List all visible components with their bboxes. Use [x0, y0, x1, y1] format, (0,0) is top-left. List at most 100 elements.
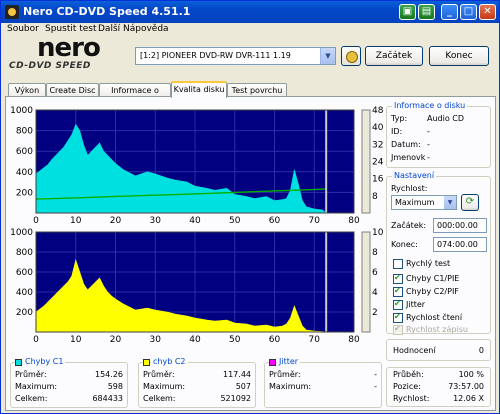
y2-tick-label: 24	[372, 158, 384, 168]
title-bar[interactable]: Nero CD-DVD Speed 4.51.1 ▣ ▤ _ □ ✕	[1, 1, 499, 23]
current-speed-label: Rychlost:	[393, 394, 430, 403]
c2-legend-swatch	[143, 359, 150, 366]
start-input[interactable]: 000:00.00	[433, 218, 487, 233]
x-tick-label: 60	[269, 335, 281, 345]
x-tick-label: 40	[189, 216, 201, 226]
c2-total-label: Celkem:	[143, 394, 176, 403]
y2-tick-label: 8	[372, 248, 378, 258]
exit-button[interactable]: Konec	[429, 46, 489, 66]
settings-title: Nastavení	[392, 171, 437, 180]
start-button[interactable]: Začátek	[365, 46, 423, 66]
c2-pif-checkbox[interactable]	[393, 286, 403, 297]
read-speed-label: Rychlost čtení	[406, 313, 463, 322]
x-tick-label: 60	[269, 216, 281, 226]
x-tick-label: 70	[309, 335, 321, 345]
chevron-down-icon[interactable]: ▼	[444, 196, 456, 209]
end-label: Konec:	[391, 240, 418, 249]
y-tick-label: 800	[16, 248, 33, 258]
speed-select-value: Maximum	[395, 198, 435, 207]
c1-avg-value: 154.26	[95, 370, 123, 379]
y-tick-label: 200	[16, 188, 33, 198]
disc-name-value: -	[427, 153, 430, 162]
jitter-max-label: Maximum:	[269, 382, 312, 391]
jitter-legend-swatch	[269, 359, 276, 366]
eject-disc-button[interactable]	[341, 46, 361, 66]
y-tick-label: 1000	[10, 228, 33, 238]
logo-brand: nero	[37, 33, 101, 63]
menu-napoveda[interactable]: Nápověda	[123, 24, 169, 34]
jitter-checkbox[interactable]	[393, 299, 403, 310]
x-tick-label: 0	[33, 335, 39, 345]
jitter-avg-label: Průměr:	[269, 370, 301, 379]
y2-tick-label: 48	[372, 106, 384, 116]
x-tick-label: 30	[150, 216, 162, 226]
write-speed-checkbox	[393, 324, 403, 335]
c2-stats-title: chyb C2	[151, 357, 188, 366]
y-tick-label: 1000	[10, 106, 33, 116]
refresh-speed-button[interactable]: ⟳	[461, 194, 479, 211]
nero-logo: nero CD-DVD SPEED	[9, 33, 129, 71]
extra-icon[interactable]: ▣	[399, 4, 416, 20]
drive-select[interactable]: [1:2] PIONEER DVD-RW DVR-111 1.19 ▼	[135, 47, 336, 65]
c1-total-value: 684433	[92, 394, 123, 403]
x-tick-label: 70	[309, 216, 321, 226]
menu-soubor[interactable]: Soubor	[7, 24, 39, 34]
x-tick-label: 50	[229, 216, 241, 226]
rating-value: 0	[478, 346, 484, 355]
y2-tick-label: 6	[372, 268, 378, 278]
c1-max-value: 598	[107, 382, 123, 391]
quick-test-label: Rychlý test	[406, 259, 451, 268]
c1-legend-swatch	[15, 359, 22, 366]
disc-info-title: Informace o disku	[392, 101, 468, 110]
y2-tick-label: 4	[372, 288, 378, 298]
y2-tick-label: 16	[372, 175, 384, 185]
c2-stats-box: chyb C2 Průměr: 117.44 Maximum: 507 Celk…	[138, 357, 256, 408]
c2-chart: 200 400 600 800 1000 0 10 20 30 40 50 60 70 80 2 4 6 8 10	[10, 228, 384, 345]
x-tick-label: 20	[110, 335, 122, 345]
c1-max-label: Maximum:	[15, 382, 58, 391]
jitter-stats-box: Jitter Průměr: - Maximum: -	[264, 357, 382, 408]
disc-date-value: -	[427, 140, 430, 149]
speed-select[interactable]: Maximum ▼	[391, 195, 457, 210]
x-tick-label: 20	[110, 216, 122, 226]
drive-select-value: [1:2] PIONEER DVD-RW DVR-111 1.19	[140, 51, 291, 60]
rating-label: Hodnocení	[393, 346, 436, 355]
c2-total-value: 521092	[220, 394, 251, 403]
jitter-label: Jitter	[406, 300, 426, 309]
logo-product: CD-DVD SPEED	[9, 61, 91, 71]
c1-pie-checkbox[interactable]	[393, 273, 403, 284]
app-window: Nero CD-DVD Speed 4.51.1 ▣ ▤ _ □ ✕ Soubo…	[0, 0, 500, 414]
c2-pif-label: Chyby C2/PIF	[406, 287, 459, 296]
y2-tick-label: 8	[372, 192, 378, 202]
x-tick-label: 80	[348, 335, 360, 345]
c1-pie-label: Chyby C1/PIE	[406, 274, 460, 283]
minimize-button[interactable]: _	[441, 4, 458, 20]
write-speed-label: Rychlost zápisu	[406, 325, 468, 334]
end-input[interactable]: 074:00.00	[433, 237, 487, 252]
settings-group: Nastavení Rychlost: Maximum ▼ ⟳ Začátek:…	[386, 171, 491, 335]
disc-type-label: Typ:	[391, 114, 408, 123]
tab-panel: 200 400 600 800 1000 0 10 20 30 40 50 60 70 80 8 16 24 32…	[5, 96, 496, 411]
window-title: Nero CD-DVD Speed 4.51.1	[23, 5, 191, 18]
c1-stats-box: Chyby C1 Průměr: 154.26 Maximum: 598 Cel…	[10, 357, 128, 408]
disc-id-value: -	[427, 127, 430, 136]
y2-tick-label: 32	[372, 140, 383, 150]
x-tick-label: 40	[189, 335, 201, 345]
chevron-down-icon[interactable]: ▼	[320, 48, 335, 64]
read-speed-checkbox[interactable]	[393, 312, 403, 323]
save-icon[interactable]: ▤	[418, 4, 435, 20]
quick-test-checkbox[interactable]	[393, 259, 403, 269]
close-button[interactable]: ✕	[479, 4, 496, 20]
tab-kvalita-disku[interactable]: Kvalita disku	[171, 81, 227, 98]
maximize-button[interactable]: □	[460, 4, 477, 20]
position-label: Pozice:	[393, 382, 421, 391]
y-tick-label: 800	[16, 127, 33, 137]
position-value: 73:57.00	[448, 382, 484, 391]
c1-avg-label: Průměr:	[15, 370, 47, 379]
menu-dalsi[interactable]: Další	[98, 24, 120, 34]
c1-chart: 200 400 600 800 1000 0 10 20 30 40 50 60 70 80 8 16 24 32…	[10, 106, 384, 226]
speed-label: Rychlost:	[391, 184, 428, 193]
axis-strip	[361, 231, 371, 333]
current-speed-value: 12.06 X	[453, 394, 484, 403]
disc-type-value: Audio CD	[427, 114, 465, 123]
